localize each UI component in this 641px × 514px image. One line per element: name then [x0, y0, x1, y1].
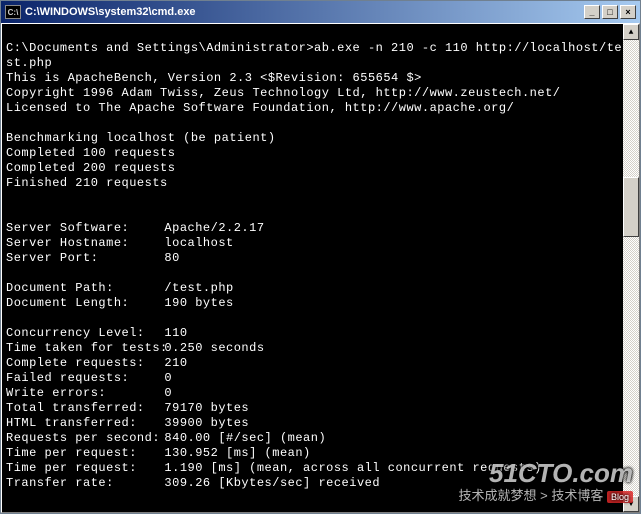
window-title: C:\WINDOWS\system32\cmd.exe — [25, 6, 582, 18]
ab-header-3: Licensed to The Apache Software Foundati… — [6, 101, 514, 115]
result-row: Failed requests:0 — [6, 371, 172, 386]
scroll-thumb[interactable] — [623, 177, 639, 237]
completed-100: Completed 100 requests — [6, 146, 175, 160]
close-button[interactable]: × — [620, 5, 636, 19]
result-row: Requests per second:840.00 [#/sec] (mean… — [6, 431, 326, 446]
result-row: Time per request:130.952 [ms] (mean) — [6, 446, 311, 461]
result-row: Document Length:190 bytes — [6, 296, 234, 311]
scroll-down-button[interactable]: ▼ — [623, 496, 639, 512]
result-row: Total transferred:79170 bytes — [6, 401, 249, 416]
console-output[interactable]: C:\Documents and Settings\Administrator>… — [2, 24, 623, 512]
result-row: Concurrency Level:110 — [6, 326, 188, 341]
result-row: Server Software:Apache/2.2.17 — [6, 221, 265, 236]
finished-line: Finished 210 requests — [6, 176, 168, 190]
scroll-track[interactable] — [623, 40, 639, 496]
result-row: Time per request:1.190 [ms] (mean, acros… — [6, 461, 542, 476]
last-blank-line — [6, 26, 14, 40]
result-row: Write errors:0 — [6, 386, 172, 401]
command-text-wrap: st.php — [6, 56, 52, 70]
result-row: Document Path:/test.php — [6, 281, 234, 296]
maximize-button[interactable]: □ — [602, 5, 618, 19]
benchmarking-line: Benchmarking localhost (be patient) — [6, 131, 276, 145]
titlebar[interactable]: C:\ C:\WINDOWS\system32\cmd.exe _ □ × — [1, 1, 640, 23]
result-row: Complete requests:210 — [6, 356, 188, 371]
ab-header-1: This is ApacheBench, Version 2.3 <$Revis… — [6, 71, 422, 85]
scroll-up-button[interactable]: ▲ — [623, 24, 639, 40]
minimize-button[interactable]: _ — [584, 5, 600, 19]
completed-200: Completed 200 requests — [6, 161, 175, 175]
cmd-window: C:\ C:\WINDOWS\system32\cmd.exe _ □ × C:… — [0, 0, 641, 514]
command-text: ab.exe -n 210 -c 110 http://localhost/te — [314, 41, 622, 55]
result-row: HTML transferred:39900 bytes — [6, 416, 249, 431]
ab-header-2: Copyright 1996 Adam Twiss, Zeus Technolo… — [6, 86, 560, 100]
result-row: Transfer rate:309.26 [Kbytes/sec] receiv… — [6, 476, 380, 491]
result-row: Server Hostname:localhost — [6, 236, 234, 251]
result-row: Server Port:80 — [6, 251, 180, 266]
prompt-path: C:\Documents and Settings\Administrator> — [6, 41, 314, 55]
console-client-area: C:\Documents and Settings\Administrator>… — [1, 23, 640, 513]
vertical-scrollbar[interactable]: ▲ ▼ — [623, 24, 639, 512]
cmd-icon: C:\ — [5, 5, 21, 19]
result-row: Time taken for tests:0.250 seconds — [6, 341, 265, 356]
